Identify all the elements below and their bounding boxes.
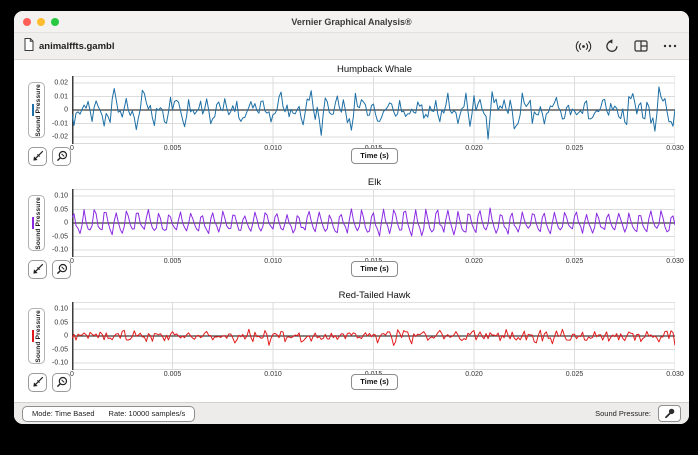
y-tick-labels: 0.02 0.01 0 -0.01 -0.02 — [45, 76, 72, 144]
split-view-button[interactable] — [632, 37, 650, 55]
chart-red-tailed-hawk: Red-Tailed Hawk Sound Pressure 0.10 0.05 0… — [28, 289, 684, 402]
zoom-window-button[interactable] — [51, 17, 59, 26]
y-tick-label: 0 — [64, 106, 68, 114]
y-tick-label: 0 — [64, 219, 68, 227]
series-color-swatch — [31, 104, 34, 116]
scale-to-fit-icon — [32, 376, 43, 387]
y-tick-label: 0 — [64, 332, 68, 340]
series-color-swatch — [31, 217, 34, 229]
chart-elk: Elk Sound Pressure 0.10 0.05 0 -0.05 -0.10 0… — [28, 176, 684, 289]
zoom-button[interactable] — [52, 146, 71, 166]
y-tick-label: -0.05 — [52, 233, 68, 240]
microphone-button[interactable] — [658, 405, 681, 422]
plot-area[interactable] — [72, 76, 675, 144]
y-tick-label: 0.05 — [54, 319, 68, 326]
y-tick-label: 0.01 — [54, 93, 68, 100]
microphone-icon — [665, 408, 675, 419]
chart-title: Red-Tailed Hawk — [338, 290, 411, 301]
y-tick-labels: 0.10 0.05 0 -0.05 -0.10 — [45, 302, 72, 370]
y-axis-label: Sound Pressure — [34, 83, 42, 137]
undo-button[interactable] — [603, 37, 621, 55]
plot-area[interactable] — [72, 302, 675, 370]
sensor-name-label: Sound Pressure: — [595, 409, 651, 418]
y-tick-label: -0.01 — [52, 120, 68, 127]
scale-to-fit-button[interactable] — [28, 259, 47, 279]
y-axis-label: Sound Pressure — [34, 196, 42, 250]
x-axis-button[interactable]: Time (s) — [351, 261, 398, 277]
sensor-signal-icon — [575, 40, 591, 52]
titlebar: Vernier Graphical Analysis® — [14, 11, 689, 33]
more-options-icon — [663, 44, 677, 48]
charts-area: Humpback Whale Sound Pressure 0.02 0.01 0 -… — [14, 60, 689, 402]
y-axis-button[interactable]: Sound Pressure — [28, 82, 45, 138]
y-tick-label: 0.05 — [54, 206, 68, 213]
chart-title: Humpback Whale — [337, 64, 412, 75]
close-window-button[interactable] — [23, 17, 31, 26]
sensor-meter: Sound Pressure: — [595, 405, 681, 422]
app-window: Vernier Graphical Analysis® animalffts.g… — [14, 11, 689, 424]
x-axis-button[interactable]: Time (s) — [351, 148, 398, 164]
statusbar: Mode: Time Based Rate: 10000 samples/s S… — [14, 402, 689, 424]
magnifier-icon — [56, 376, 67, 388]
window-title: Vernier Graphical Analysis® — [291, 16, 412, 27]
traffic-lights — [14, 17, 59, 26]
magnifier-icon — [56, 150, 67, 162]
scale-to-fit-icon — [32, 150, 43, 161]
y-tick-label: 0.10 — [54, 305, 68, 313]
undo-icon — [606, 39, 618, 52]
y-tick-label: -0.10 — [52, 246, 68, 254]
y-axis-button[interactable]: Sound Pressure — [28, 308, 45, 364]
y-tick-label: 0.10 — [54, 192, 68, 200]
mode-label: Mode: Time Based — [32, 409, 95, 418]
zoom-button[interactable] — [52, 259, 71, 279]
file-tab[interactable]: animalffts.gambl — [24, 38, 115, 54]
chart-humpback-whale: Humpback Whale Sound Pressure 0.02 0.01 0 -… — [28, 63, 684, 176]
y-tick-label: -0.02 — [52, 133, 68, 141]
more-options-button[interactable] — [661, 37, 679, 55]
series-color-swatch — [31, 330, 34, 342]
document-icon — [24, 38, 34, 54]
magnifier-icon — [56, 263, 67, 275]
chart-toolbar: Time (s) — [28, 372, 675, 392]
minimize-window-button[interactable] — [37, 17, 45, 26]
mode-rate-chip[interactable]: Mode: Time Based Rate: 10000 samples/s — [22, 405, 196, 422]
scale-to-fit-button[interactable] — [28, 372, 47, 392]
file-name: animalffts.gambl — [39, 40, 115, 52]
chart-title: Elk — [367, 177, 382, 188]
split-view-icon — [634, 40, 648, 52]
y-tick-label: -0.05 — [52, 346, 68, 353]
zoom-button[interactable] — [52, 372, 71, 392]
y-axis-button[interactable]: Sound Pressure — [28, 195, 45, 251]
chart-toolbar: Time (s) — [28, 146, 675, 166]
y-tick-label: 0.02 — [54, 79, 68, 87]
scale-to-fit-icon — [32, 263, 43, 274]
toolbar: animalffts.gambl — [14, 33, 689, 60]
rate-label: Rate: 10000 samples/s — [108, 409, 186, 418]
plot-area[interactable] — [72, 189, 675, 257]
chart-toolbar: Time (s) — [28, 259, 675, 279]
scale-to-fit-button[interactable] — [28, 146, 47, 166]
x-axis-button[interactable]: Time (s) — [351, 374, 398, 390]
y-tick-labels: 0.10 0.05 0 -0.05 -0.10 — [45, 189, 72, 257]
y-axis-label: Sound Pressure — [34, 309, 42, 363]
toolbar-actions — [574, 37, 679, 55]
sensor-signal-button[interactable] — [574, 37, 592, 55]
y-tick-label: -0.10 — [52, 359, 68, 367]
